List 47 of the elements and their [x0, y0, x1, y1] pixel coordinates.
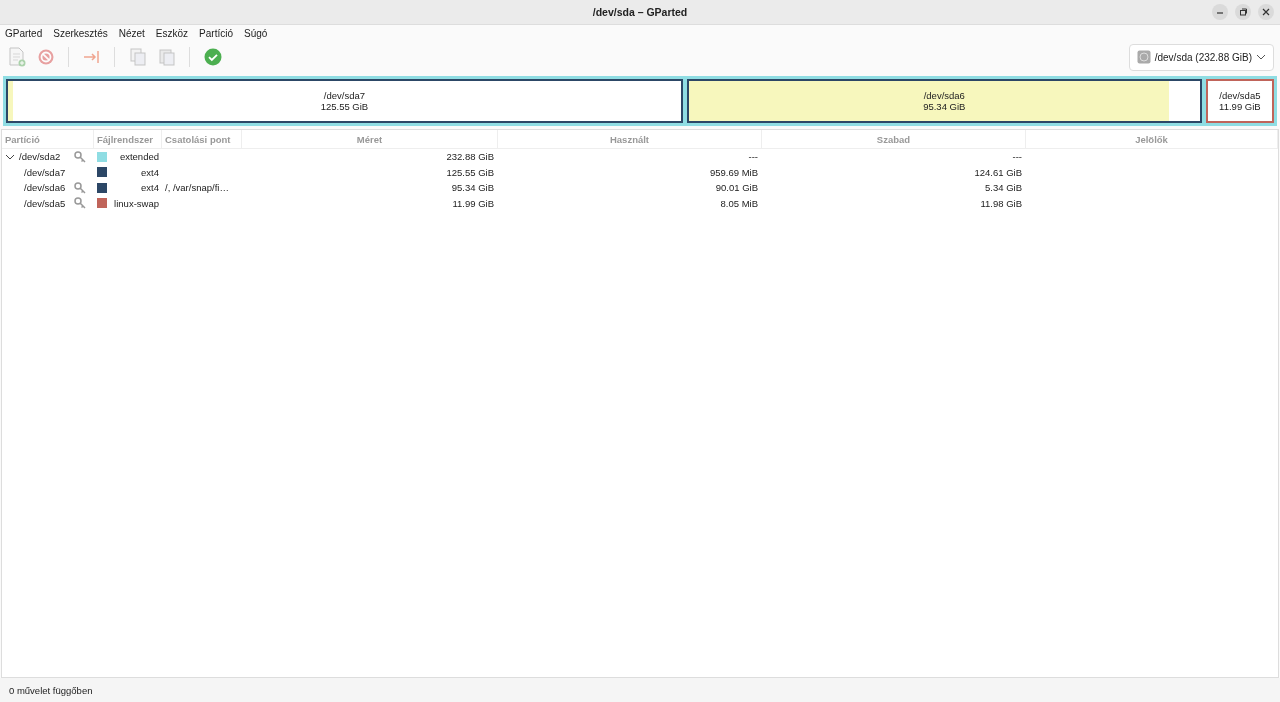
close-icon [1261, 7, 1271, 17]
used-cell: 959.69 MiB [709, 166, 758, 178]
restore-icon [1238, 7, 1248, 17]
size-cell: 232.88 GiB [446, 151, 494, 163]
filesystem-cell: ext4 [141, 182, 159, 194]
partition-name: /dev/sda5 [1219, 90, 1261, 101]
free-cell: 11.98 GiB [980, 197, 1022, 209]
partition-block[interactable]: /dev/sda6 95.34 GiB [686, 79, 1202, 123]
partition-cell: /dev/sda6 [24, 182, 66, 194]
menu-item[interactable]: Nézet [118, 28, 145, 39]
used-cell: 90.01 GiB [715, 182, 758, 194]
device-dropdown[interactable]: /dev/sda (232.88 GiB) [1128, 43, 1274, 71]
close-button[interactable] [1258, 4, 1274, 20]
partition-size: 11.99 GiB [1219, 101, 1261, 112]
menu-item[interactable]: Eszköz [155, 28, 189, 39]
window-title: /dev/sda – GParted [592, 6, 688, 18]
free-cell: 124.61 GiB [974, 166, 1022, 178]
used-cell: --- [748, 151, 758, 163]
disk-icon [1136, 50, 1151, 64]
partition-size: 125.55 GiB [320, 101, 369, 112]
free-cell: --- [1012, 151, 1022, 163]
partition-name: /dev/sda7 [323, 90, 365, 101]
filesystem-cell: ext4 [141, 166, 159, 178]
partition-block[interactable]: /dev/sda7 125.55 GiB [6, 79, 683, 123]
menu-item[interactable]: Partíció [199, 28, 233, 39]
used-cell: 8.05 MiB [720, 197, 758, 209]
filesystem-cell: linux-swap [114, 197, 159, 209]
free-cell: 5.34 GiB [985, 182, 1022, 194]
partition-size: 95.34 GiB [923, 101, 966, 112]
status-text: 0 művelet függőben [9, 684, 93, 696]
menu-item[interactable]: Súgó [244, 28, 268, 39]
menu-item[interactable]: Szerkesztés [53, 28, 108, 39]
menu-item[interactable]: GParted [5, 28, 43, 39]
mount-point-cell: /, /var/snap/fi… [165, 182, 229, 194]
minimize-button[interactable] [1212, 4, 1228, 20]
size-cell: 95.34 GiB [451, 182, 494, 194]
partition-block[interactable]: /dev/sda5 11.99 GiB [1205, 79, 1274, 123]
size-cell: 11.99 GiB [452, 197, 494, 209]
size-cell: 125.55 GiB [446, 166, 494, 178]
partition-name: /dev/sda6 [923, 90, 965, 101]
expander-icon[interactable] [5, 152, 15, 161]
partition-cell: /dev/sda7 [24, 166, 66, 178]
partition-cell: /dev/sda5 [24, 197, 66, 209]
chevron-icon [1256, 53, 1266, 61]
partition-cell: /dev/sda2 [19, 151, 61, 163]
filesystem-cell: extended [119, 151, 159, 163]
restore-button[interactable] [1235, 4, 1251, 20]
